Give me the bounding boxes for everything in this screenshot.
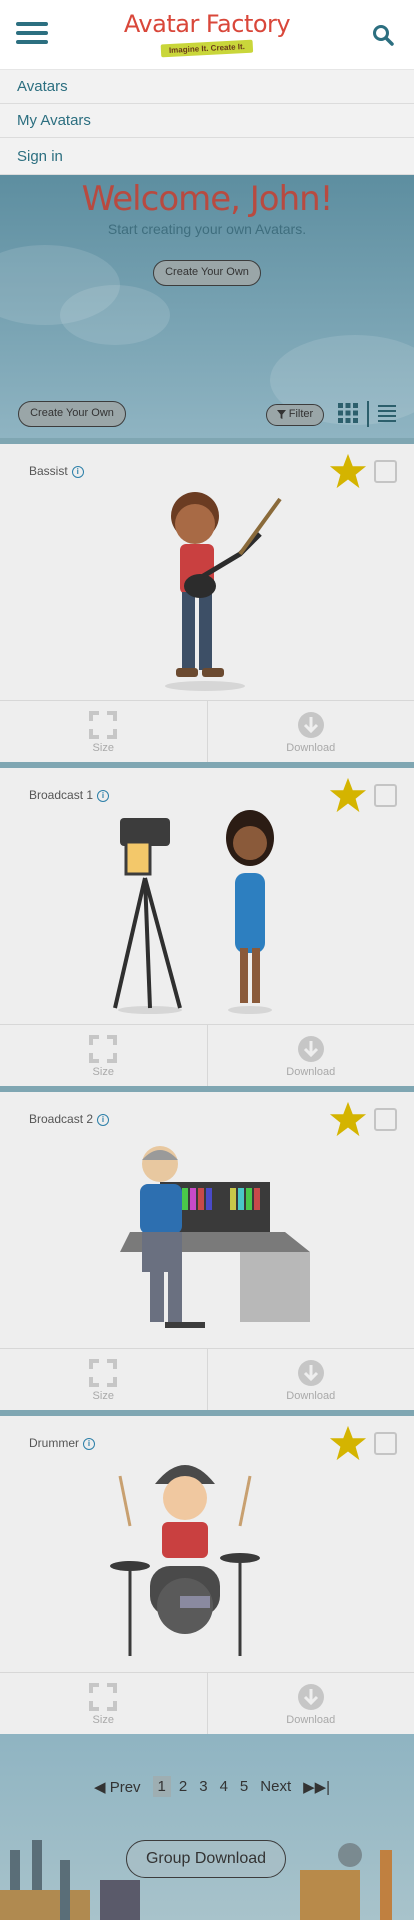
download-icon xyxy=(297,1684,324,1710)
filter-icon xyxy=(276,409,286,419)
nav-item-avatars[interactable]: Avatars xyxy=(0,70,414,104)
select-checkbox[interactable] xyxy=(374,784,397,807)
hero-create-button[interactable]: Create Your Own xyxy=(153,260,261,286)
pagination: ◀ Prev 1 2 3 4 5 Next ▶▶| xyxy=(94,1776,342,1797)
info-icon[interactable]: i xyxy=(71,465,84,478)
page-3-button[interactable]: 3 xyxy=(199,1778,207,1795)
cloud-decoration xyxy=(60,285,170,345)
page-2-button[interactable]: 2 xyxy=(179,1778,187,1795)
download-label: Download xyxy=(286,1714,336,1726)
size-button[interactable]: Size xyxy=(0,1025,207,1088)
size-button[interactable]: Size xyxy=(0,1673,207,1736)
size-button[interactable]: Size xyxy=(0,1349,207,1412)
nav-item-sign-in[interactable]: Sign in xyxy=(0,138,414,175)
size-label: Size xyxy=(92,1390,114,1402)
favorite-star-icon[interactable] xyxy=(329,1424,367,1462)
avatar-card[interactable]: Broadcast 2i Size Download xyxy=(0,1086,414,1412)
select-checkbox[interactable] xyxy=(374,1432,397,1455)
download-icon xyxy=(297,1360,324,1386)
avatar-title: Drummer i xyxy=(29,1436,95,1450)
favorite-star-icon[interactable] xyxy=(329,1100,367,1138)
list-view-icon[interactable] xyxy=(378,404,396,422)
search-icon[interactable] xyxy=(372,24,394,46)
bassist-illustration xyxy=(165,492,282,691)
download-icon xyxy=(297,1036,324,1062)
download-label: Download xyxy=(286,742,336,754)
favorite-star-icon[interactable] xyxy=(329,776,367,814)
grid-view-icon[interactable] xyxy=(338,403,358,423)
nav-item-my-avatars[interactable]: My Avatars xyxy=(0,104,414,138)
broadcast-2-illustration xyxy=(120,1146,310,1328)
next-page-button[interactable]: Next xyxy=(260,1778,291,1795)
download-label: Download xyxy=(286,1066,336,1078)
download-button[interactable]: Download xyxy=(206,1025,414,1088)
size-button[interactable]: Size xyxy=(0,701,207,764)
hamburger-menu-icon[interactable] xyxy=(16,22,48,46)
site-logo[interactable]: Avatar Factory Imagine It. Create It. xyxy=(123,10,291,58)
group-download-button[interactable]: Group Download xyxy=(126,1840,286,1878)
site-header: Avatar Factory Imagine It. Create It. xyxy=(0,0,414,70)
card-actions: Size Download xyxy=(0,1348,414,1412)
prev-page-button[interactable]: ◀ Prev xyxy=(94,1778,141,1796)
size-label: Size xyxy=(92,742,114,754)
page-4-button[interactable]: 4 xyxy=(220,1778,228,1795)
logo-title: Avatar Factory xyxy=(123,10,291,38)
download-button[interactable]: Download xyxy=(206,1673,414,1736)
toolbar-create-button[interactable]: Create Your Own xyxy=(18,401,126,427)
download-label: Download xyxy=(286,1390,336,1402)
expand-icon xyxy=(89,711,118,739)
view-divider xyxy=(367,401,369,427)
page-5-button[interactable]: 5 xyxy=(240,1778,248,1795)
prev-label: Prev xyxy=(109,1778,141,1796)
download-button[interactable]: Download xyxy=(206,1349,414,1412)
select-checkbox[interactable] xyxy=(374,1108,397,1131)
page-footer: ◀ Prev 1 2 3 4 5 Next ▶▶| Group Download xyxy=(0,1734,414,1920)
avatar-card[interactable]: Drummer i Size Download xyxy=(0,1410,414,1736)
hero-banner: Welcome, John! Start creating your own A… xyxy=(0,175,414,438)
favorite-star-icon[interactable] xyxy=(329,452,367,490)
broadcast-1-illustration xyxy=(113,810,274,1014)
card-actions: Size Download xyxy=(0,1024,414,1088)
expand-icon xyxy=(89,1035,118,1063)
select-checkbox[interactable] xyxy=(374,460,397,483)
avatar-card[interactable]: Bassist i Size Download xyxy=(0,438,414,764)
avatar-title: Bassist i xyxy=(29,464,84,478)
welcome-subtitle: Start creating your own Avatars. xyxy=(107,221,307,237)
welcome-title: Welcome, John! xyxy=(81,179,334,219)
card-actions: Size Download xyxy=(0,1672,414,1736)
expand-icon xyxy=(89,1359,118,1387)
drummer-illustration xyxy=(110,1465,260,1656)
size-label: Size xyxy=(92,1066,114,1078)
download-button[interactable]: Download xyxy=(206,701,414,764)
expand-icon xyxy=(89,1683,118,1711)
card-actions: Size Download xyxy=(0,700,414,764)
filter-label: Filter xyxy=(288,408,314,420)
download-icon xyxy=(297,712,324,738)
avatar-card[interactable]: Broadcast 1i Size Download xyxy=(0,762,414,1088)
last-page-icon[interactable]: ▶▶| xyxy=(303,1778,330,1796)
page-1-button[interactable]: 1 xyxy=(152,1776,171,1797)
prev-arrow-icon: ◀ xyxy=(94,1778,110,1796)
logo-tagline: Imagine It. Create It. xyxy=(160,39,254,58)
filter-button[interactable]: Filter xyxy=(266,404,324,426)
nav-menu: Avatars My Avatars Sign in xyxy=(0,70,414,175)
size-label: Size xyxy=(92,1714,114,1726)
